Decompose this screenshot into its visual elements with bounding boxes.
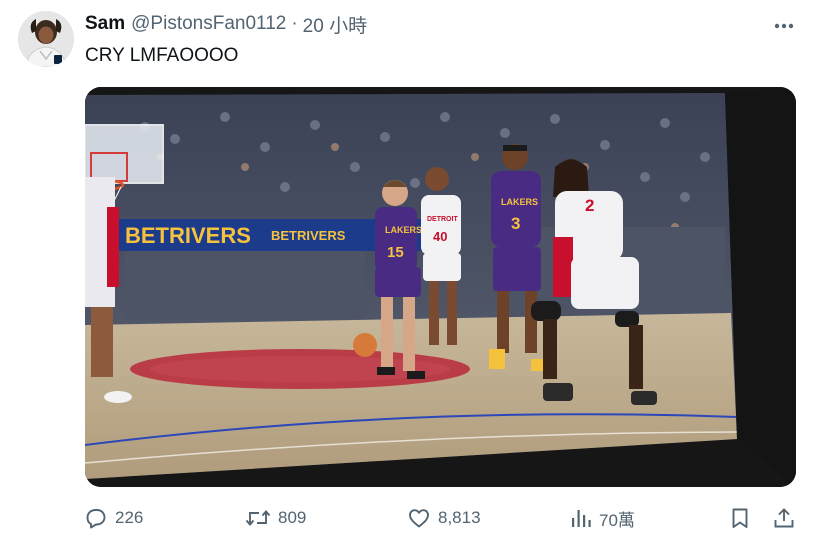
court-banner-secondary: BETRIVERS [271,228,346,243]
avatar[interactable] [18,11,74,67]
bookmark-button[interactable] [728,503,752,533]
court-banner-primary: BETRIVERS [125,223,251,248]
like-button[interactable]: 8,813 [407,503,481,533]
tweet-video[interactable]: BETRIVERS BETRIVERS LAKERS 15 DETROIT 40… [85,87,796,487]
tweet-text: CRY LMFAOOOO [85,45,239,66]
tweet-header: Sam @PistonsFan0112 · 20 小時 [85,11,367,38]
player-lakers-3-team: LAKERS [501,197,538,207]
tweet-timestamp[interactable]: 20 小時 [303,11,367,38]
retweet-button[interactable]: 809 [245,503,306,533]
views-icon [572,510,591,527]
reply-icon [86,509,106,529]
more-icon [774,23,794,29]
share-button[interactable] [772,503,796,533]
retweet-icon [245,510,271,526]
author-handle[interactable]: @PistonsFan0112 [131,13,286,35]
view-count: 70萬 [599,510,635,530]
player-lakers-3-number: 3 [511,214,520,233]
share-icon [774,508,794,528]
retweet-count: 809 [278,508,307,527]
bookmark-icon [732,508,748,528]
avatar-image [18,11,74,67]
player-pistons-40-team: DETROIT [427,216,458,223]
action-bar: 226 809 8,813 70萬 [0,503,816,533]
author-name[interactable]: Sam [85,13,125,35]
player-lakers-15-team: LAKERS [385,225,422,235]
player-pistons-40-number: 40 [433,229,447,244]
player-lakers-15-number: 15 [387,244,404,261]
separator-dot: · [291,13,298,34]
like-count: 8,813 [438,508,481,527]
video-frame: BETRIVERS BETRIVERS LAKERS 15 DETROIT 40… [85,87,796,487]
like-icon [409,509,429,528]
reply-button[interactable]: 226 [84,503,143,533]
player-pistons-2-number: 2 [585,196,594,215]
reply-count: 226 [115,508,144,527]
more-button[interactable] [768,12,800,40]
views-button[interactable]: 70萬 [570,503,635,533]
